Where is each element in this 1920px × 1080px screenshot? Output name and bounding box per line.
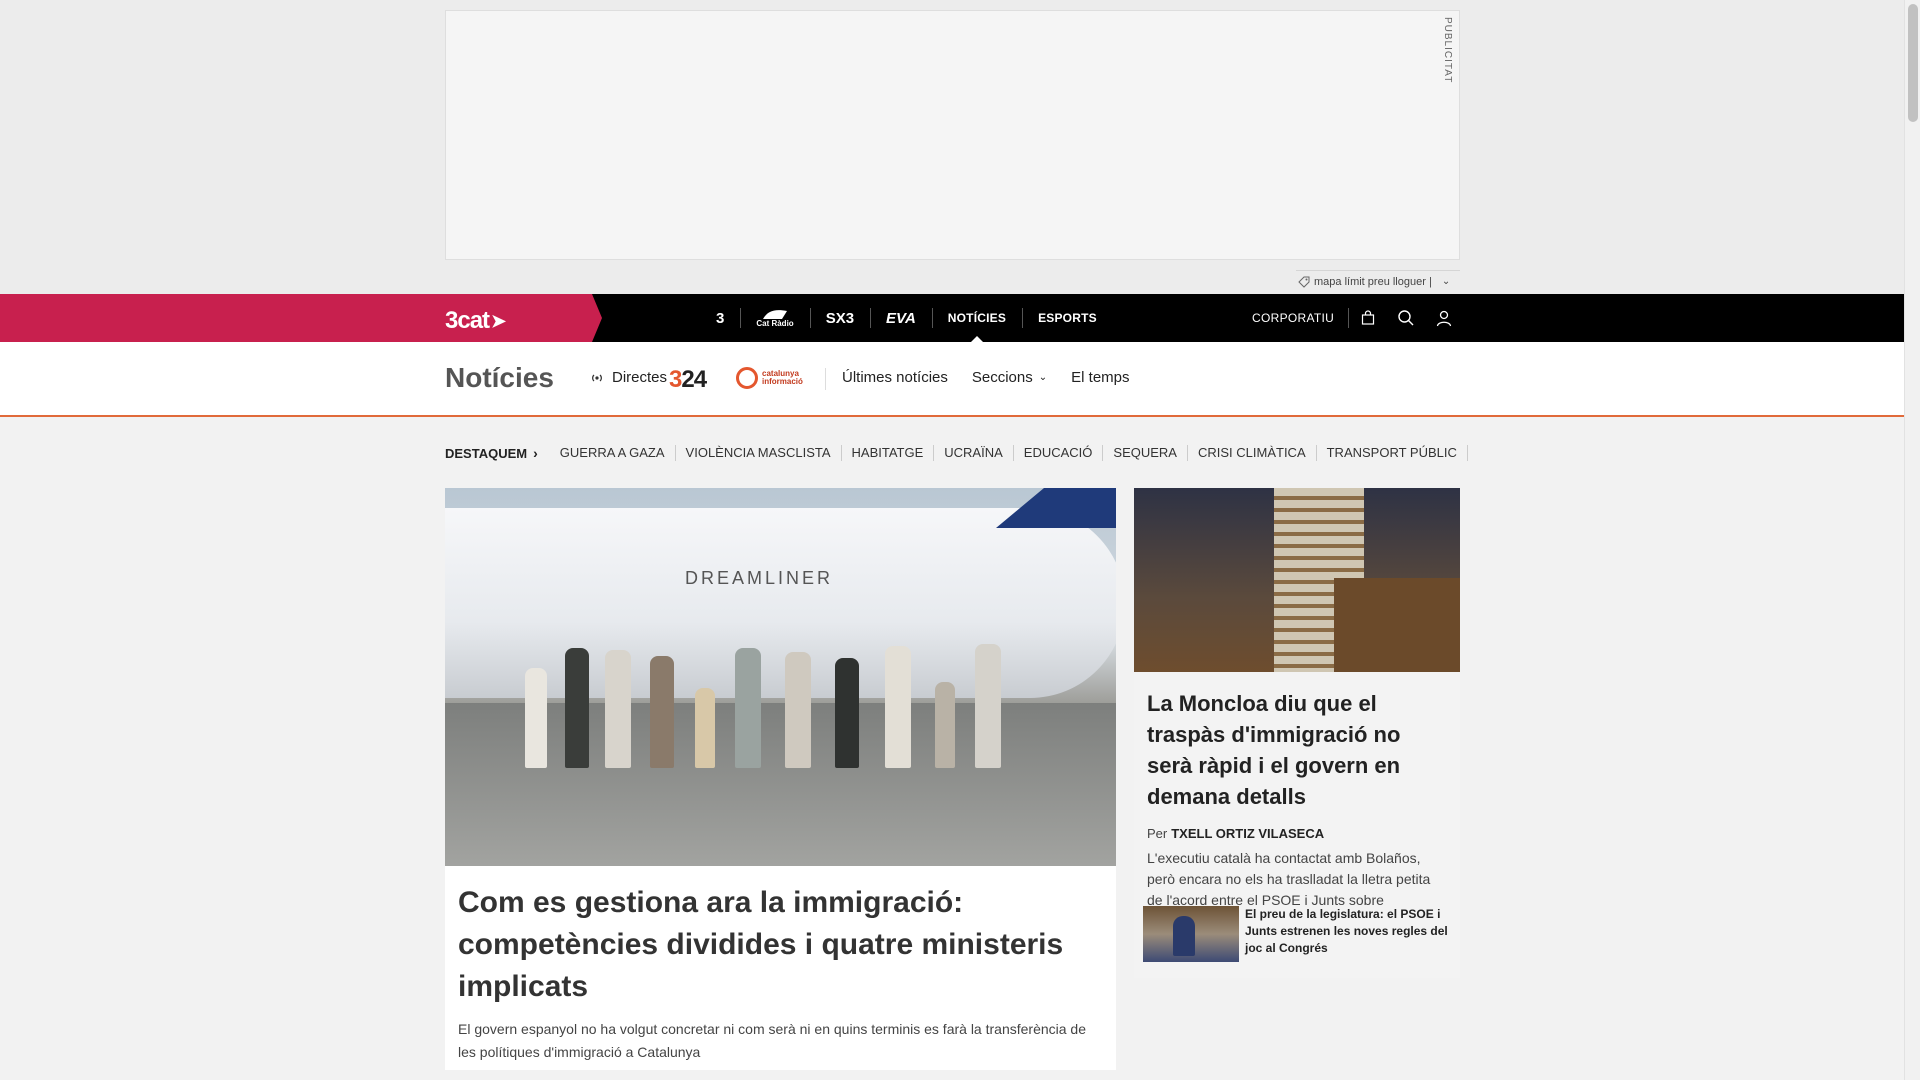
byline-author[interactable]: TXELL ORTIZ VILASECA xyxy=(1171,826,1324,841)
eva-logo-icon: EVA xyxy=(886,309,916,327)
scrollbar-thumb[interactable] xyxy=(1908,4,1918,122)
top-navigation: 3cat ➤ 3 Cat Ràdio SX3 EVA NOTÍCIES ESPO… xyxy=(0,294,1904,342)
shop-bag-icon[interactable] xyxy=(1349,294,1387,342)
ad-banner[interactable]: PUBLICITAT xyxy=(445,10,1460,260)
nav-divider xyxy=(825,368,826,390)
chevron-down-icon: ⌄ xyxy=(1038,372,1048,383)
highlights-lead[interactable]: DESTAQUEM › xyxy=(445,445,550,461)
related-article[interactable]: El preu de la legislatura: el PSOE i Jun… xyxy=(1143,906,1455,962)
brand-band xyxy=(0,294,602,342)
page: PUBLICITAT mapa límit preu lloguer | ⌄ 3… xyxy=(0,0,1920,1080)
related-article-title[interactable]: El preu de la legislatura: el PSOE i Jun… xyxy=(1245,906,1455,962)
side-article-headline[interactable]: La Moncloa diu que el traspàs d'immigrac… xyxy=(1134,672,1460,812)
corporate-link[interactable]: CORPORATIU xyxy=(1240,308,1350,328)
channel-eva[interactable]: EVA xyxy=(870,294,932,342)
chevron-down-icon: ⌄ xyxy=(1441,276,1451,287)
ad-label: PUBLICITAT xyxy=(1442,17,1453,84)
latest-news-link[interactable]: Últimes notícies xyxy=(842,369,948,386)
side-article-image[interactable] xyxy=(1134,488,1460,672)
main-article-card[interactable]: DREAMLINER Com es gestiona ara la immigr… xyxy=(445,488,1116,1070)
user-icon[interactable] xyxy=(1425,294,1463,342)
brand-arrow-icon: ➤ xyxy=(491,310,506,331)
section-title[interactable]: Notícies xyxy=(445,362,554,394)
highlight-item[interactable]: VIOLÈNCIA MASCLISTA xyxy=(676,445,842,461)
channel-noticies[interactable]: NOTÍCIES xyxy=(931,294,1022,342)
ad-tagline-text: mapa límit preu lloguer | xyxy=(1314,275,1432,288)
channel-sx3[interactable]: SX3 xyxy=(809,294,870,342)
channel-noticies-label: NOTÍCIES xyxy=(947,311,1007,325)
desk-graphic xyxy=(1334,578,1460,672)
main-article-text: Com es gestiona ara la immigració: compe… xyxy=(445,866,1116,1074)
highlights-bar: DESTAQUEM › GUERRA A GAZA VIOLÈNCIA MASC… xyxy=(445,445,1468,461)
sx3-logo-icon: SX3 xyxy=(825,309,855,327)
byline-prefix: Per xyxy=(1147,826,1168,841)
related-article-image[interactable] xyxy=(1143,906,1239,962)
byline: Per TXELL ORTIZ VILASECA xyxy=(1134,812,1460,841)
highlight-item[interactable]: EDUCACIÓ xyxy=(1014,445,1104,461)
chevron-right-icon: › xyxy=(533,445,538,461)
highlight-item[interactable]: GUERRA A GAZA xyxy=(550,445,676,461)
main-article-summary: El govern espanyol no ha volgut concreta… xyxy=(458,1021,1087,1060)
section-navigation: Notícies Directes 324 catalunya informac… xyxy=(0,342,1904,417)
weather-link[interactable]: El temps xyxy=(1071,369,1129,386)
search-icon[interactable] xyxy=(1387,294,1425,342)
channel-list: 3 Cat Ràdio SX3 EVA NOTÍCIES ESPORTS xyxy=(700,294,1113,342)
logo-324-rest: 24 xyxy=(681,366,707,393)
people-group-graphic xyxy=(505,638,1025,768)
highlight-item[interactable]: HABITATGE xyxy=(842,445,935,461)
channel-esports-label: ESPORTS xyxy=(1038,311,1097,325)
section-links: Últimes notícies Seccions ⌄ El temps xyxy=(842,369,1130,386)
catalunya-informacio-icon xyxy=(736,367,758,389)
highlight-item[interactable]: SEQUERA xyxy=(1103,445,1188,461)
live-broadcast-icon xyxy=(592,374,602,381)
live-link[interactable]: Directes xyxy=(590,369,667,386)
logo-ci-text: catalunya informació xyxy=(762,369,803,386)
catradio-label: Cat Ràdio xyxy=(756,319,794,328)
tv3-logo-icon: 3 xyxy=(716,309,725,327)
main-article-headline[interactable]: Com es gestiona ara la immigració: compe… xyxy=(458,882,1103,1008)
channel-tv3[interactable]: 3 xyxy=(700,294,740,342)
logo-catalunya-informacio[interactable]: catalunya informació xyxy=(736,367,806,389)
side-article-card[interactable]: La Moncloa diu que el traspàs d'immigrac… xyxy=(1134,488,1460,978)
sections-label: Seccions xyxy=(971,369,1033,386)
ad-tagline[interactable]: mapa límit preu lloguer | ⌄ xyxy=(1296,270,1460,292)
logo-324-first: 3 xyxy=(669,366,682,393)
main-article-image[interactable]: DREAMLINER xyxy=(445,488,1116,866)
brand-logo-text: 3cat xyxy=(445,307,490,334)
highlight-item[interactable]: CRISI CLIMÀTICA xyxy=(1188,445,1317,461)
scrollbar[interactable] xyxy=(1904,0,1920,1080)
live-label: Directes xyxy=(612,369,668,386)
highlights-lead-label: DESTAQUEM xyxy=(445,445,528,461)
ad-zone: PUBLICITAT mapa límit preu lloguer | ⌄ xyxy=(0,0,1904,294)
sections-dropdown[interactable]: Seccions ⌄ xyxy=(972,369,1047,386)
top-utility-bar: CORPORATIU xyxy=(1240,294,1463,342)
highlight-item[interactable]: UCRAÏNA xyxy=(934,445,1014,461)
highlight-item[interactable]: TRANSPORT PÚBLIC xyxy=(1317,445,1468,461)
brand-logo[interactable]: 3cat ➤ xyxy=(445,307,506,335)
airplane-livery-text: DREAMLINER xyxy=(685,568,834,588)
channel-esports[interactable]: ESPORTS xyxy=(1022,294,1113,342)
logo-324[interactable]: 324 xyxy=(669,366,707,394)
channel-catradio[interactable]: Cat Ràdio xyxy=(740,294,809,342)
tag-icon xyxy=(1298,276,1310,288)
